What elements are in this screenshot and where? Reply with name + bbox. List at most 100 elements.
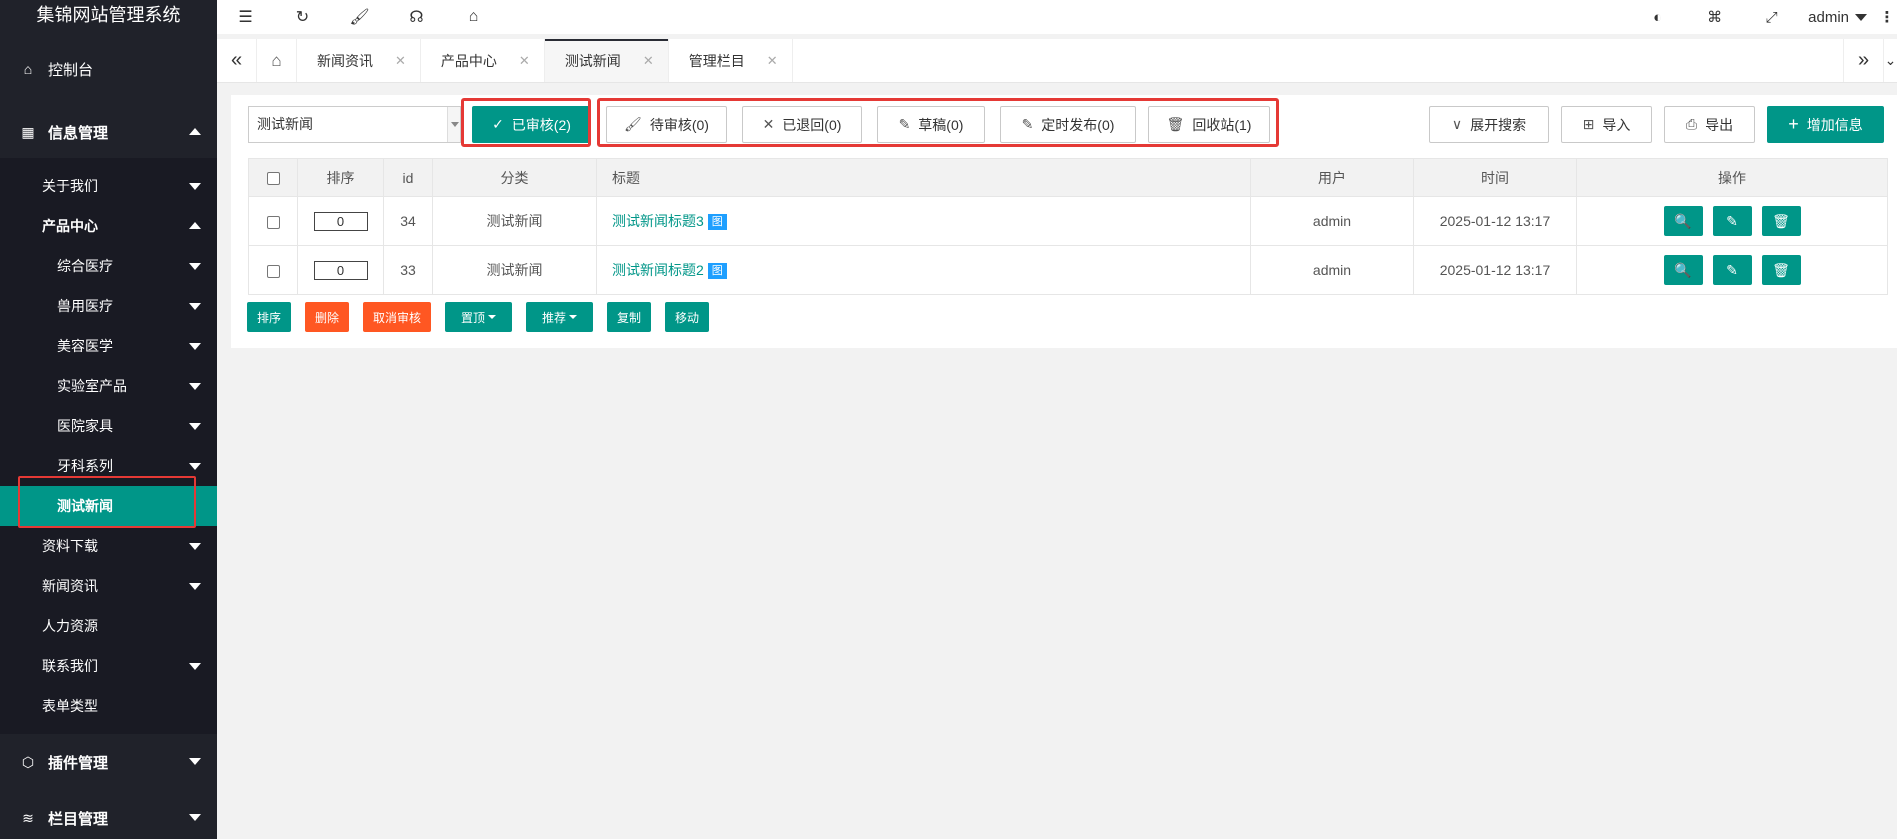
category-select[interactable]: 测试新闻 (248, 106, 461, 143)
delete-button[interactable]: 🗑 (1761, 206, 1801, 236)
order-input[interactable]: 0 (313, 260, 368, 280)
user-menu[interactable]: admin (1800, 9, 1877, 26)
close-icon[interactable]: ✕ (519, 53, 530, 69)
palette-icon[interactable]: ◐ (1629, 9, 1686, 26)
sidebar-item-hr[interactable]: 人力资源 (0, 606, 217, 646)
row-checkbox-cell[interactable] (248, 196, 298, 246)
sidebar-item-news[interactable]: 新闻资讯 (0, 566, 217, 606)
view-button[interactable]: 🔍 (1663, 255, 1703, 285)
header-select-all[interactable] (248, 158, 298, 197)
tag-icon[interactable]: ⌘ (1686, 8, 1743, 26)
category-cell: 测试新闻 (432, 196, 597, 246)
user-cell: admin (1250, 245, 1414, 295)
recommend-button[interactable]: 推荐 (526, 302, 593, 332)
row-checkbox-cell[interactable] (248, 245, 298, 295)
checkbox[interactable] (266, 215, 280, 229)
sidebar-item-test-news[interactable]: 测试新闻 (0, 486, 217, 526)
toolbar: 测试新闻 ✓ 已审核(2) 🖌 待审核(0) ✕ 已退回(0) ✎ 草稿(0) … (248, 106, 1897, 143)
sidebar-item-downloads[interactable]: 资料下载 (0, 526, 217, 566)
broom-icon[interactable]: 🖌 (331, 0, 388, 34)
sidebar-item-product-center[interactable]: 产品中心 (0, 206, 217, 246)
tab-manage-columns[interactable]: 管理栏目 ✕ (669, 39, 793, 82)
add-info-button[interactable]: + 增加信息 (1767, 106, 1884, 143)
chevron-up-icon (189, 128, 201, 135)
title-link[interactable]: 测试新闻标题3 (612, 213, 704, 229)
sidebar-item-info-mgmt[interactable]: ▦ 信息管理 (0, 106, 217, 158)
sidebar-item-plugin-mgmt[interactable]: ⬡ 插件管理 (0, 734, 217, 790)
delete-button[interactable]: 🗑 (1761, 255, 1801, 285)
time-cell: 2025-01-12 13:17 (1413, 196, 1577, 246)
sidebar-item-cosmetic[interactable]: 美容医学 (0, 326, 217, 366)
sidebar-item-label: 测试新闻 (57, 498, 113, 514)
column-header-title: 标题 (596, 158, 1251, 197)
sidebar-item-label: 美容医学 (57, 338, 113, 354)
title-cell: 测试新闻标题2 图 (596, 245, 1251, 295)
filter-scheduled-button[interactable]: ✎ 定时发布(0) (1000, 106, 1136, 143)
bulk-delete-button[interactable]: 删除 (305, 302, 349, 332)
tab-news[interactable]: 新闻资讯 ✕ (297, 39, 421, 82)
filter-approved-button[interactable]: ✓ 已审核(2) (472, 106, 591, 143)
copy-button[interactable]: 复制 (607, 302, 651, 332)
fullscreen-icon[interactable]: ⤢ (1743, 9, 1800, 26)
chevron-down-icon (189, 343, 201, 350)
sidebar: 集锦网站管理系统 ⌂ 控制台 ▦ 信息管理 关于我们 产品中心 综合医疗 兽用医… (0, 0, 217, 839)
sidebar-item-lab-products[interactable]: 实验室产品 (0, 366, 217, 406)
order-input[interactable]: 0 (313, 211, 368, 231)
close-icon[interactable]: ✕ (767, 53, 778, 69)
column-header-category: 分类 (432, 158, 597, 197)
checkbox[interactable] (266, 264, 280, 278)
pencil-icon: ✎ (1021, 116, 1034, 132)
edit-button[interactable]: ✎ (1712, 206, 1752, 236)
export-icon: ⎙ (1685, 116, 1698, 132)
column-header-order: 排序 (297, 158, 384, 197)
tab-product-center[interactable]: 产品中心 ✕ (421, 39, 545, 82)
sidebar-item-column-mgmt[interactable]: ≋ 栏目管理 (0, 790, 217, 839)
menu-collapse-icon[interactable]: ☰ (217, 0, 274, 34)
title-link[interactable]: 测试新闻标题2 (612, 262, 704, 278)
filter-draft-button[interactable]: ✎ 草稿(0) (877, 106, 985, 143)
tab-label: 新闻资讯 (317, 52, 373, 69)
sidebar-item-veterinary[interactable]: 兽用医疗 (0, 286, 217, 326)
more-vertical-icon[interactable]: ⋮ (1877, 8, 1897, 26)
home-icon[interactable]: ⌂ (445, 0, 502, 34)
chevron-down-icon (189, 303, 201, 310)
import-button[interactable]: ⊞ 导入 (1561, 106, 1652, 143)
ops-cell: 🔍 ✎ 🗑 (1576, 245, 1888, 295)
sidebar-item-general-medical[interactable]: 综合医疗 (0, 246, 217, 286)
close-icon[interactable]: ✕ (395, 53, 406, 69)
caret-down-icon (1855, 13, 1867, 21)
expand-search-button[interactable]: ∨ 展开搜索 (1429, 106, 1549, 143)
sidebar-item-dental[interactable]: 牙科系列 (0, 446, 217, 486)
tab-test-news[interactable]: 测试新闻 ✕ (544, 39, 669, 82)
pin-top-button[interactable]: 置顶 (445, 302, 512, 332)
sidebar-item-hospital-furniture[interactable]: 医院家具 (0, 406, 217, 446)
sidebar-item-about[interactable]: 关于我们 (0, 166, 217, 206)
tabs-scroll-left-icon[interactable]: « (217, 39, 257, 82)
export-button[interactable]: ⎙ 导出 (1664, 106, 1755, 143)
column-header-id: id (383, 158, 433, 197)
close-icon[interactable]: ✕ (643, 53, 654, 69)
cube-icon: ⬡ (21, 753, 35, 770)
move-button[interactable]: 移动 (665, 302, 709, 332)
sidebar-item-dashboard[interactable]: ⌂ 控制台 (0, 32, 217, 106)
sidebar-item-form-types[interactable]: 表单类型 (0, 686, 217, 726)
filter-returned-button[interactable]: ✕ 已退回(0) (742, 106, 862, 143)
view-button[interactable]: 🔍 (1663, 206, 1703, 236)
edit-button[interactable]: ✎ (1712, 255, 1752, 285)
tab-home-icon[interactable]: ⌂ (257, 39, 297, 82)
refresh-icon[interactable]: ↻ (274, 0, 331, 34)
image-badge: 图 (707, 214, 727, 231)
broom-icon: 🖌 (624, 116, 642, 132)
unapprove-button[interactable]: 取消审核 (363, 302, 431, 332)
tabs-scroll-right-icon[interactable]: » (1843, 39, 1883, 82)
filter-pending-button[interactable]: 🖌 待审核(0) (606, 106, 727, 143)
sidebar-item-contact[interactable]: 联系我们 (0, 646, 217, 686)
headset-icon[interactable]: ☊ (388, 0, 445, 34)
tabs-dropdown-icon[interactable]: ⌄ (1883, 39, 1897, 82)
header-right: ◐ ⌘ ⤢ admin ⋮ (1629, 0, 1897, 34)
sort-button[interactable]: 排序 (247, 302, 291, 332)
checkbox[interactable] (266, 172, 280, 186)
sidebar-submenu: 关于我们 产品中心 综合医疗 兽用医疗 美容医学 实验室产品 医院家具 牙科系列… (0, 158, 217, 734)
filter-recycle-button[interactable]: 🗑 回收站(1) (1148, 106, 1270, 143)
sidebar-item-label: 关于我们 (42, 178, 98, 194)
